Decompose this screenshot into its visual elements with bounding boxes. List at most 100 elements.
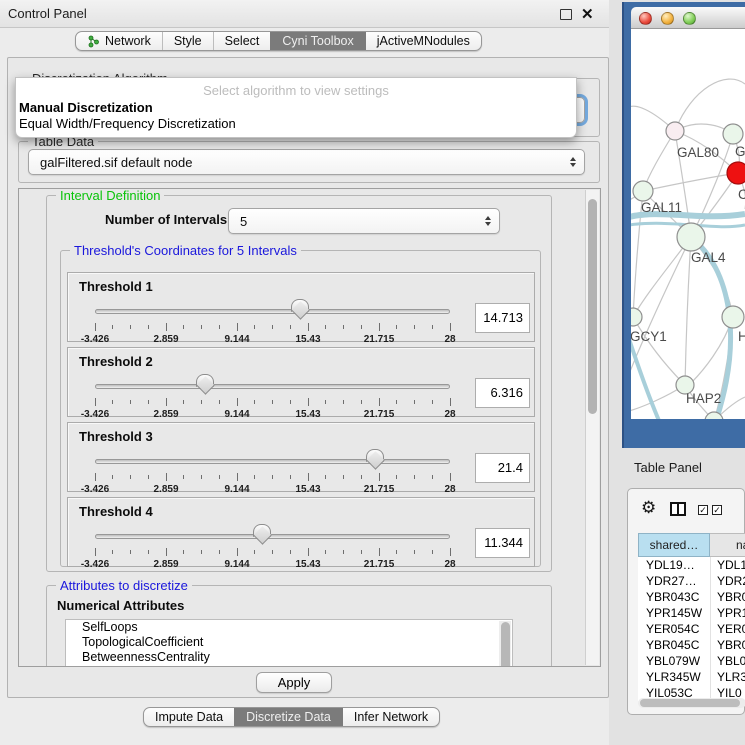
dropdown-option-manual-discretization[interactable]: Manual Discretization [16, 100, 576, 116]
slider-track[interactable] [95, 534, 450, 539]
table-cell[interactable]: YER054C [638, 621, 710, 637]
table-cell[interactable]: YLR345W [638, 669, 710, 685]
table-row[interactable]: YPR145WYPR1 [638, 605, 745, 621]
slider-track[interactable] [95, 459, 450, 464]
network-graph-svg: GAL80GGAL11CGAL4GCY1HHAP2 [631, 29, 745, 419]
threshold-slider[interactable]: -3.4262.8599.14415.4321.71528 [95, 447, 450, 493]
top-tab-bar: NetworkStyle Select Cyni ToolboxjActiveMNo… [75, 31, 482, 51]
table-cell[interactable]: YPR145W [638, 605, 710, 621]
zoom-window-icon[interactable] [683, 12, 696, 25]
node-label-c: C [738, 187, 745, 202]
float-window-icon[interactable] [560, 9, 572, 20]
node-label-gal11: GAL11 [641, 200, 682, 215]
threshold-value-field[interactable]: 6.316 [475, 378, 530, 408]
minimize-window-icon[interactable] [661, 12, 674, 25]
tab-style[interactable]: Style [162, 32, 213, 50]
combo-stepper-icon[interactable] [485, 216, 491, 226]
attribute-item-topologicalcoefficient[interactable]: TopologicalCoefficient [66, 635, 512, 650]
tab-discretize-data[interactable]: Discretize Data [234, 708, 342, 726]
table-cell[interactable]: YDR2 [710, 573, 745, 589]
table-cell[interactable]: YBL079W [638, 653, 710, 669]
table-horizontal-scrollbar[interactable] [638, 698, 745, 708]
tab-label: Discretize Data [246, 710, 331, 724]
table-row[interactable]: YBR043CYBR0 [638, 589, 745, 605]
table-row[interactable]: YER054CYER0 [638, 621, 745, 637]
tab-label: Select [225, 34, 260, 48]
table-cell[interactable]: YBR0 [710, 637, 745, 653]
dropdown-option-equal-width-frequency-discretization[interactable]: Equal Width/Frequency Discretization [16, 116, 576, 132]
thresholds-group-title: Threshold's Coordinates for 5 Intervals [70, 243, 301, 258]
node-label-gal80: GAL80 [677, 145, 719, 160]
threshold-label: Threshold 4 [79, 504, 153, 519]
threshold-label: Threshold 1 [79, 279, 153, 294]
checkbox-icon[interactable]: ✓ [712, 505, 722, 515]
slider-track[interactable] [95, 384, 450, 389]
numerical-attributes-list[interactable]: SelfLoopsTopologicalCoefficientBetweenne… [65, 619, 513, 667]
numerical-attributes-label: Numerical Attributes [57, 598, 184, 613]
tab-select[interactable]: Select [213, 32, 271, 50]
attribute-item-selfloops[interactable]: SelfLoops [66, 620, 512, 635]
table-cell[interactable]: YBL0 [710, 653, 745, 669]
threshold-slider[interactable]: -3.4262.8599.14415.4321.71528 [95, 522, 450, 568]
close-window-icon[interactable] [639, 12, 652, 25]
table-cell[interactable]: YDL19… [638, 557, 710, 573]
slider-thumb[interactable] [196, 374, 214, 395]
slider-ticks [95, 323, 450, 332]
slider-thumb[interactable] [253, 524, 271, 545]
table-row[interactable]: YBR045CYBR0 [638, 637, 745, 653]
table-row[interactable]: YDR27…YDR2 [638, 573, 745, 589]
table-cell[interactable]: YPR1 [710, 605, 745, 621]
apply-button[interactable]: Apply [256, 672, 332, 693]
table-data-combobox[interactable]: galFiltered.sif default node [28, 149, 585, 175]
table-cell[interactable]: YBR043C [638, 589, 710, 605]
network-canvas[interactable]: GAL80GGAL11CGAL4GCY1HHAP2 [631, 29, 745, 419]
slider-track[interactable] [95, 309, 450, 314]
network-window-titlebar[interactable] [631, 7, 745, 29]
slider-tick-labels: -3.4262.8599.14415.4321.71528 [95, 334, 450, 345]
threshold-slider[interactable]: -3.4262.8599.14415.4321.71528 [95, 297, 450, 343]
table-row[interactable]: YLR345WYLR3 [638, 669, 745, 685]
table-cell[interactable]: YLR3 [710, 669, 745, 685]
combo-stepper-icon[interactable] [570, 157, 576, 167]
column-header-1[interactable]: shared… [638, 533, 710, 557]
slider-thumb[interactable] [366, 449, 384, 470]
column-header-2[interactable]: na [710, 533, 745, 557]
scrollbar-thumb[interactable] [588, 199, 597, 414]
control-panel-title: Control Panel [8, 6, 87, 21]
table-cell[interactable]: YDL1 [710, 557, 745, 573]
threshold-value-field[interactable]: 21.4 [475, 453, 530, 483]
scrollbar-thumb[interactable] [501, 622, 510, 667]
node-label-gal4: GAL4 [691, 250, 726, 265]
algorithm-dropdown-options: Manual DiscretizationEqual Width/Frequen… [16, 100, 576, 132]
highlighted-node [727, 162, 745, 184]
tab-network[interactable]: Network [76, 32, 162, 50]
threshold-value-field[interactable]: 14.713 [475, 303, 530, 333]
table-cell[interactable]: YBR045C [638, 637, 710, 653]
bottom-tab-bar: Impute Data Discretize Data Infer Network [143, 707, 440, 727]
slider-thumb[interactable] [291, 299, 309, 320]
column-layout-icon[interactable] [670, 502, 686, 516]
close-panel-icon[interactable]: ✕ [581, 5, 594, 23]
table-cell[interactable]: YBR0 [710, 589, 745, 605]
settings-vertical-scrollbar[interactable] [585, 190, 599, 665]
table-data-combobox-value: galFiltered.sif default node [40, 155, 192, 170]
network-view-window[interactable]: GAL80GGAL11CGAL4GCY1HHAP2 [622, 2, 745, 448]
number-of-intervals-combobox[interactable]: 5 [228, 208, 500, 234]
threshold-label: Threshold 2 [79, 354, 153, 369]
scrollbar-thumb[interactable] [640, 699, 740, 707]
tab-jactivemnodules[interactable]: jActiveMNodules [365, 32, 481, 50]
table-cell[interactable]: YDR27… [638, 573, 710, 589]
tab-infer-network[interactable]: Infer Network [342, 708, 439, 726]
attributes-list-scrollbar[interactable] [499, 621, 511, 667]
table-row[interactable]: YBL079WYBL0 [638, 653, 745, 669]
threshold-slider[interactable]: -3.4262.8599.14415.4321.71528 [95, 372, 450, 418]
threshold-value-field[interactable]: 11.344 [475, 528, 530, 558]
table-row[interactable]: YDL19…YDL1 [638, 557, 745, 573]
node-table-header: shared…na [638, 533, 745, 557]
tab-cyni-toolbox[interactable]: Cyni Toolbox [270, 32, 364, 50]
checkbox-icon[interactable]: ✓ [698, 505, 708, 515]
tab-impute-data[interactable]: Impute Data [144, 708, 234, 726]
gear-icon[interactable]: ⚙ [641, 499, 656, 516]
attribute-item-betweennesscentrality[interactable]: BetweennessCentrality [66, 650, 512, 665]
table-cell[interactable]: YER0 [710, 621, 745, 637]
